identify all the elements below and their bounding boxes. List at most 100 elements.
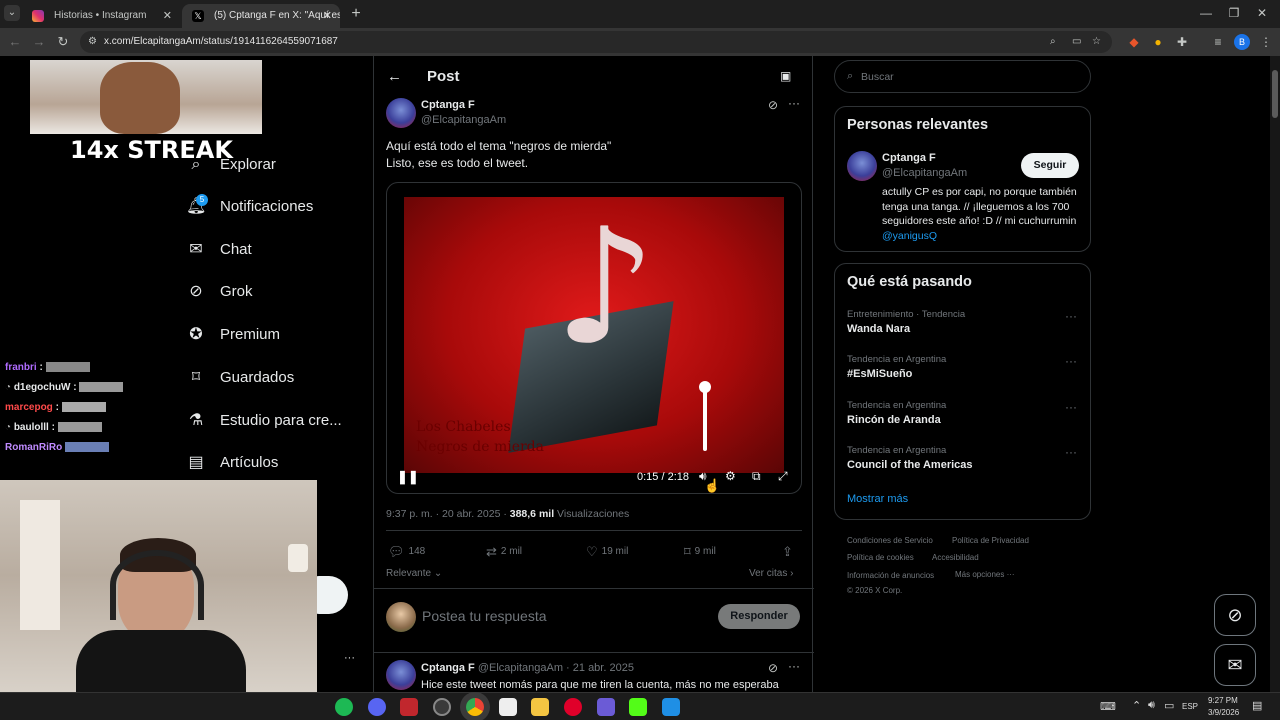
file-explorer-icon[interactable] xyxy=(531,698,549,716)
extensions-puzzle-icon[interactable]: ✚ xyxy=(1174,34,1190,50)
editor-app-icon[interactable] xyxy=(662,698,680,716)
chevron-up-icon[interactable]: ⌃ xyxy=(1132,699,1141,712)
video-player[interactable]: ♪ Los Chabeles Negros de mierda ❚❚ 0:15 … xyxy=(386,182,802,494)
discord-icon[interactable] xyxy=(368,698,386,716)
footer-ads-link[interactable]: Información de anuncios xyxy=(847,571,934,580)
tab-instagram[interactable]: Historias • Instagram ✕ xyxy=(22,4,180,28)
forward-button[interactable]: → xyxy=(30,34,48,49)
person-avatar[interactable] xyxy=(847,151,877,181)
messages-floating-button[interactable]: ✉ xyxy=(1214,644,1256,686)
scrollbar-thumb[interactable] xyxy=(1272,70,1278,118)
window-light-shape xyxy=(20,500,60,630)
browser-menu-icon[interactable]: ⋮ xyxy=(1258,34,1274,50)
site-info-icon[interactable]: ⚙ xyxy=(88,31,97,53)
like-button[interactable]: ♡ 19 mil xyxy=(586,544,628,560)
like-count: 19 mil xyxy=(601,546,629,557)
volume-handle[interactable] xyxy=(699,381,711,393)
settings-gear-icon[interactable]: ⚙ xyxy=(725,469,736,483)
extension-fox-icon[interactable]: ◆ xyxy=(1126,34,1142,50)
grok-post-icon[interactable]: ⊘ xyxy=(768,98,778,112)
back-button[interactable]: ← xyxy=(6,34,24,49)
pause-button[interactable]: ❚❚ xyxy=(397,469,419,485)
profile-avatar[interactable]: B xyxy=(1234,34,1250,50)
sort-dropdown[interactable]: Relevante ⌄ xyxy=(386,568,442,579)
reply-submit-button[interactable]: Responder xyxy=(718,604,800,629)
author-name[interactable]: Cptanga F xyxy=(421,99,475,111)
cast-icon[interactable]: ▭ xyxy=(1072,31,1081,53)
page-scrollbar[interactable] xyxy=(1270,56,1280,692)
new-tab-button[interactable]: + xyxy=(346,4,366,24)
media-app-icon[interactable] xyxy=(499,698,517,716)
keyboard-icon[interactable]: ⌨ xyxy=(1100,700,1116,713)
notifications-icon[interactable]: ▤ xyxy=(1252,699,1262,712)
more-options-icon[interactable]: ··· xyxy=(1065,445,1077,459)
trend-item[interactable]: Tendencia en Argentina Rincón de Aranda … xyxy=(847,400,1077,426)
close-icon[interactable]: ✕ xyxy=(163,4,172,28)
opera-icon[interactable] xyxy=(564,698,582,716)
quotes-label: Ver citas xyxy=(749,568,788,579)
spotify-icon[interactable] xyxy=(335,698,353,716)
trend-item[interactable]: Tendencia en Argentina #EsMiSueño ··· xyxy=(847,354,1077,380)
extension-color-icon[interactable]: ● xyxy=(1150,34,1166,50)
streaming-app-icon[interactable] xyxy=(400,698,418,716)
show-more-link[interactable]: Mostrar más xyxy=(847,493,908,505)
network-icon[interactable]: ▭ xyxy=(1164,699,1174,712)
more-options-icon[interactable]: ··· xyxy=(1065,400,1077,414)
footer-accessibility-link[interactable]: Accesibilidad xyxy=(932,553,979,562)
more-options-icon[interactable]: ··· xyxy=(1065,354,1077,368)
more-options-icon[interactable]: ··· xyxy=(788,96,800,110)
close-icon[interactable]: ✕ xyxy=(323,4,332,28)
trend-item[interactable]: Entretenimiento · Tendencia Wanda Nara ·… xyxy=(847,309,1077,335)
tab-search-button[interactable]: ⌄ xyxy=(4,5,20,21)
fullscreen-icon[interactable]: ⤢ xyxy=(778,469,788,484)
obs-icon[interactable] xyxy=(433,698,451,716)
person-name[interactable]: Cptanga F xyxy=(882,152,936,164)
volume-slider[interactable] xyxy=(699,381,711,457)
grok-post-icon[interactable]: ⊘ xyxy=(768,661,778,675)
bookmark-star-icon[interactable]: ☆ xyxy=(1092,31,1101,53)
pip-icon[interactable]: ⧉ xyxy=(752,469,761,484)
footer-more-link[interactable]: Más opciones ··· xyxy=(955,570,1015,579)
minimize-button[interactable]: — xyxy=(1196,6,1216,20)
clock-date[interactable]: 3/9/2026 xyxy=(1208,708,1239,717)
browser-toolbar: ← → ↻ ⚙ x.com/ElcapitangaAm/status/19141… xyxy=(0,28,1280,56)
follow-button[interactable]: Seguir xyxy=(1021,153,1079,178)
bio-mention-link[interactable]: @yanigusQ xyxy=(882,230,937,242)
zoom-icon[interactable]: ⌕ xyxy=(1050,31,1056,53)
close-window-button[interactable]: ✕ xyxy=(1252,6,1272,20)
account-more-icon[interactable]: ··· xyxy=(344,652,355,664)
footer-cookies-link[interactable]: Política de cookies xyxy=(847,553,914,562)
repost-button[interactable]: ⇄ 2 mil xyxy=(486,544,522,560)
footer-privacy-link[interactable]: Política de Privacidad xyxy=(952,536,1029,545)
reply-input[interactable]: Postea tu respuesta xyxy=(422,608,692,624)
reply-button[interactable]: 💬︎ 148 xyxy=(388,544,425,560)
footer-terms-link[interactable]: Condiciones de Servicio xyxy=(847,536,933,545)
person-bio: actully CP es por capi, no porque tambié… xyxy=(882,185,1078,243)
trend-item[interactable]: Tendencia en Argentina Council of the Am… xyxy=(847,445,1077,471)
clock-time[interactable]: 9:27 PM xyxy=(1208,696,1238,705)
media-controls-icon[interactable]: ≡ xyxy=(1210,34,1226,50)
view-quotes-link[interactable]: Ver citas › xyxy=(749,568,793,579)
tab-x-post[interactable]: 𝕏 (5) Cptanga F en X: "Aquí está..." ✕ xyxy=(182,4,340,28)
more-options-icon[interactable]: ··· xyxy=(1065,309,1077,323)
grok-floating-button[interactable]: ⊘ xyxy=(1214,594,1256,636)
reload-button[interactable]: ↻ xyxy=(54,34,72,50)
share-button[interactable]: ⇪ xyxy=(782,544,797,560)
app-icon[interactable] xyxy=(597,698,615,716)
restore-button[interactable]: ❐ xyxy=(1224,6,1244,20)
author-handle[interactable]: @ElcapitangaAm xyxy=(421,114,506,126)
person-handle[interactable]: @ElcapitangaAm xyxy=(882,167,967,179)
language-indicator[interactable]: ESP xyxy=(1182,702,1198,711)
bookmark-button[interactable]: ⌑ 9 mil xyxy=(684,544,716,560)
author-avatar[interactable] xyxy=(386,98,416,128)
search-box[interactable]: ⌕ Buscar xyxy=(834,60,1091,93)
chrome-icon[interactable] xyxy=(466,698,484,716)
address-bar[interactable]: ⚙ x.com/ElcapitangaAm/status/19141162645… xyxy=(80,31,1112,53)
back-arrow-icon[interactable]: ← xyxy=(387,68,402,85)
volume-icon[interactable]: 🔊︎ xyxy=(1148,699,1155,712)
author-name[interactable]: Cptanga F xyxy=(421,662,475,674)
author-avatar[interactable] xyxy=(386,660,416,690)
more-options-icon[interactable]: ··· xyxy=(788,659,800,673)
kick-icon[interactable] xyxy=(629,698,647,716)
reader-mode-icon[interactable]: ▣ xyxy=(780,69,791,83)
